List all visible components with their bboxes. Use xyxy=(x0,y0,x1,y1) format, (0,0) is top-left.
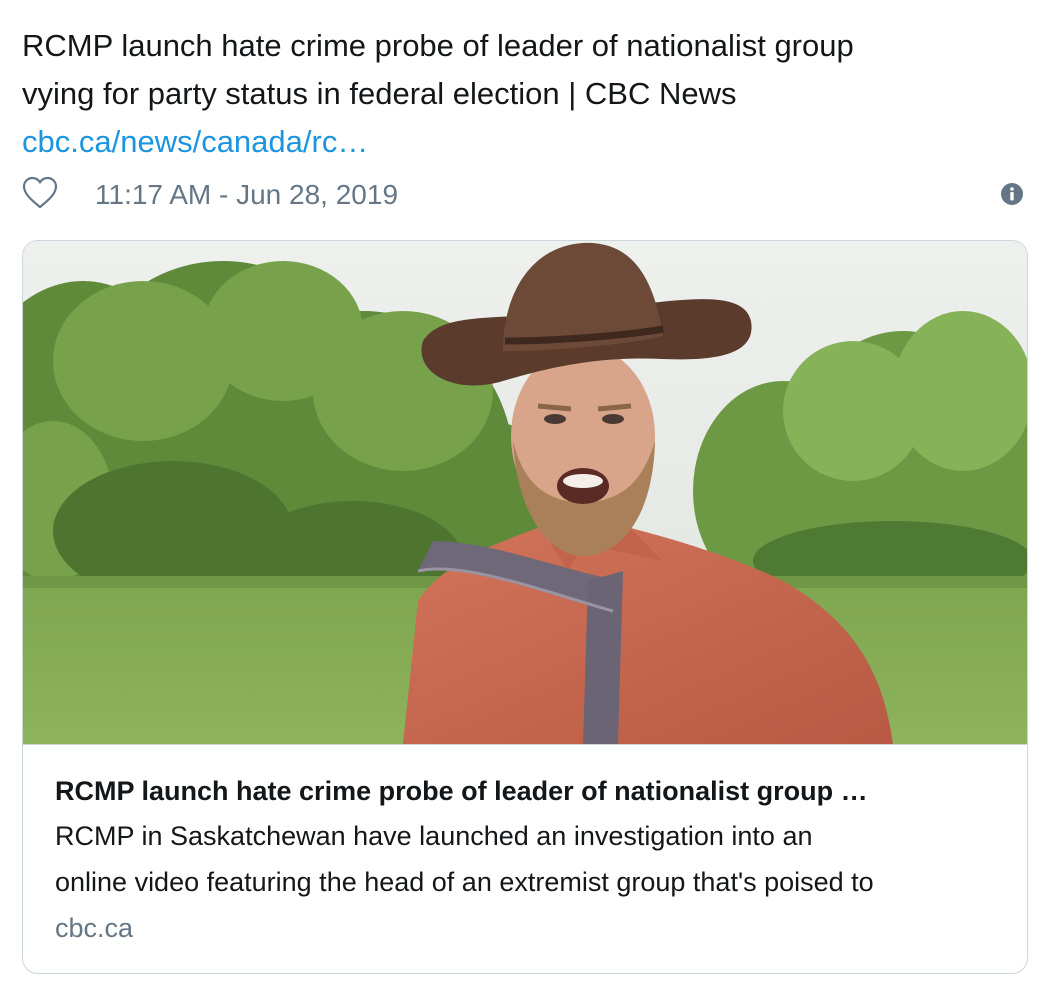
heart-icon[interactable] xyxy=(22,176,58,210)
tweet-link[interactable]: cbc.ca/news/canada/rc… xyxy=(22,118,1022,166)
info-icon[interactable] xyxy=(1000,182,1024,206)
card-description-line: RCMP in Saskatchewan have launched an in… xyxy=(55,821,813,851)
link-preview-card[interactable]: RCMP launch hate crime probe of leader o… xyxy=(22,240,1028,974)
tweet-text-line: vying for party status in federal electi… xyxy=(22,76,737,111)
tweet-text-line: RCMP launch hate crime probe of leader o… xyxy=(22,28,854,63)
card-body[interactable]: RCMP launch hate crime probe of leader o… xyxy=(55,771,1015,951)
card-description-line: online video featuring the head of an ex… xyxy=(55,867,874,897)
card-description: RCMP in Saskatchewan have launched an in… xyxy=(55,813,1015,905)
card-domain: cbc.ca xyxy=(55,913,134,943)
tweet-text: RCMP launch hate crime probe of leader o… xyxy=(22,22,1022,166)
card-title: RCMP launch hate crime probe of leader o… xyxy=(55,776,868,806)
tweet-meta-row: 11:17 AM - Jun 28, 2019 xyxy=(22,172,1028,216)
tweet-timestamp[interactable]: 11:17 AM - Jun 28, 2019 xyxy=(95,178,398,212)
card-image[interactable] xyxy=(23,241,1027,745)
